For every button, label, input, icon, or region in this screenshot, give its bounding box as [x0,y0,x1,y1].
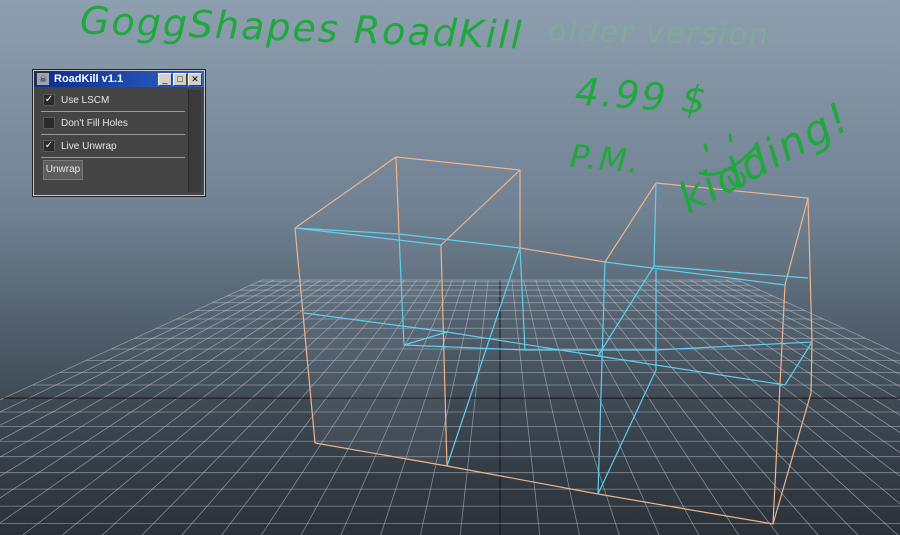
window-titlebar[interactable]: ☠ RoadKill v1.1 _ □ ✕ [34,71,204,87]
checkbox-dont-fill-holes[interactable] [43,117,55,129]
separator [41,157,185,158]
close-button[interactable]: ✕ [188,72,202,86]
option-dont-fill-holes[interactable]: Don't Fill Holes [37,113,187,133]
window-scrollbar[interactable] [188,90,201,192]
window-title: RoadKill v1.1 [54,73,124,85]
checkbox-use-lscm[interactable]: ✓ [43,94,55,106]
option-use-lscm[interactable]: ✓ Use LSCM [37,90,187,110]
label-live-unwrap: Live Unwrap [61,140,117,152]
roadkill-icon: ☠ [36,72,50,86]
separator [41,134,185,135]
separator [41,111,185,112]
window-body: ✓ Use LSCM Don't Fill Holes ✓ Live Unwra… [37,90,187,192]
viewport-3d[interactable]: GoggShapes RoadKill older version 4.99 $… [0,0,900,535]
roadkill-window[interactable]: ☠ RoadKill v1.1 _ □ ✕ ✓ Use LSCM Don't F… [33,70,205,196]
minimize-button[interactable]: _ [158,72,172,86]
annotation-older-version: older version [547,14,771,53]
unwrap-button[interactable]: Unwrap [43,160,83,180]
option-live-unwrap[interactable]: ✓ Live Unwrap [37,136,187,156]
annotation-price: 4.99 $ [573,69,710,123]
ground-grid [0,279,900,535]
checkbox-live-unwrap[interactable]: ✓ [43,140,55,152]
maximize-button[interactable]: □ [173,72,187,86]
model-left-block-front [295,228,447,466]
annotation-pm: P.M. [568,136,643,182]
label-use-lscm: Use LSCM [61,94,110,106]
label-dont-fill-holes: Don't Fill Holes [61,117,128,129]
